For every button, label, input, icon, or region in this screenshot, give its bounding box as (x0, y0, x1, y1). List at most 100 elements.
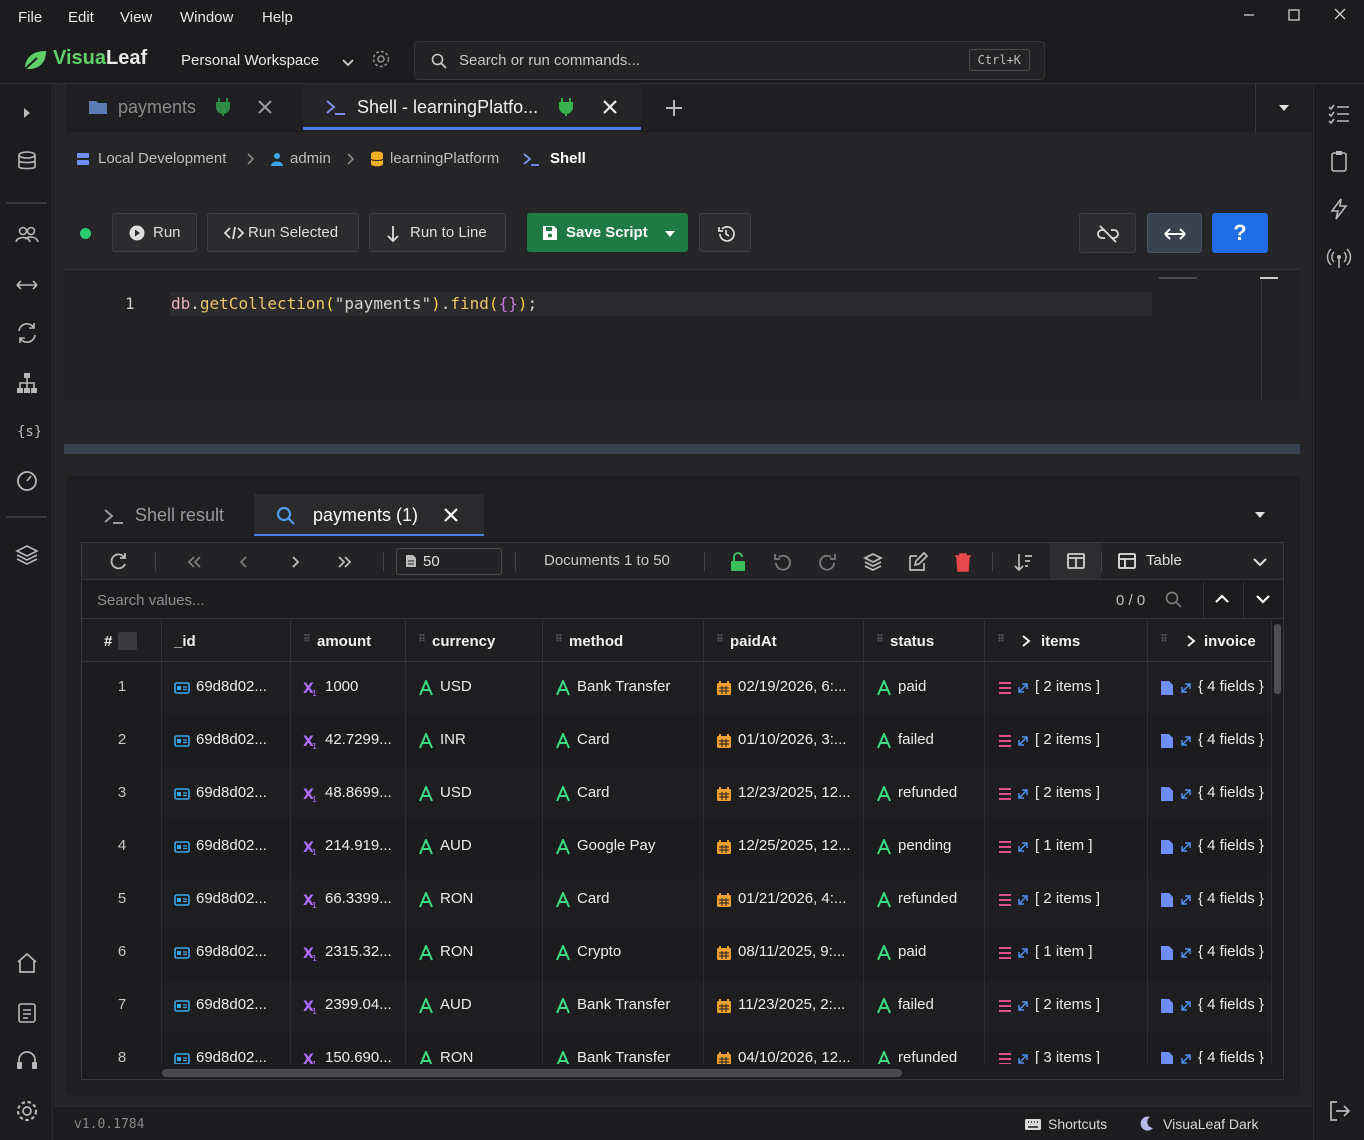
cell-items[interactable]: [ 2 items ] (985, 874, 1148, 927)
cell-method[interactable]: Crypto (543, 927, 704, 980)
code-line[interactable]: db.getCollection("payments").find({}); (171, 294, 537, 313)
cell-invoice[interactable]: { 4 fields } (1148, 768, 1272, 821)
settings-icon[interactable] (14, 1098, 40, 1124)
row-index[interactable]: 5 (82, 874, 162, 927)
cell-invoice[interactable]: { 4 fields } (1148, 1033, 1272, 1064)
expand-icon[interactable] (1180, 894, 1196, 910)
cell-method[interactable]: Bank Transfer (543, 980, 704, 1033)
cell-invoice[interactable]: { 4 fields } (1148, 874, 1272, 927)
table-row[interactable]: 4 69d8d02... X 1 214.919... AUD Google Pay 12/2… (82, 821, 1272, 874)
expand-icon[interactable] (1017, 841, 1033, 857)
table-row[interactable]: 8 69d8d02... X1 150.690... RON Bank Transfer 0… (82, 1033, 1272, 1064)
search-icon[interactable] (1165, 591, 1183, 609)
column-header-method[interactable]: ⠿ method (543, 620, 704, 662)
disconnect-button[interactable] (1079, 213, 1136, 253)
undo-icon[interactable] (771, 551, 793, 573)
logout-icon[interactable] (1326, 1098, 1352, 1124)
chevron-down-icon[interactable] (1255, 592, 1271, 606)
broadcast-icon[interactable] (1326, 246, 1352, 272)
cell-amount[interactable]: X 1 48.8699... (291, 768, 406, 821)
cell-items[interactable]: [ 1 item ] (985, 821, 1148, 874)
cell-paidat[interactable]: 02/19/2026, 6:... (704, 662, 864, 715)
cell-currency[interactable]: RON (406, 874, 543, 927)
caret-down-icon[interactable] (664, 230, 676, 238)
gauge-icon[interactable] (14, 468, 40, 494)
cell-method[interactable]: Bank Transfer (543, 662, 704, 715)
cell-currency[interactable]: INR (406, 715, 543, 768)
menu-window[interactable]: Window (180, 9, 233, 26)
select-all-checkbox[interactable] (118, 632, 137, 650)
cell-id[interactable]: 69d8d02... (162, 980, 291, 1033)
cell-status[interactable]: failed (864, 715, 985, 768)
lightning-icon[interactable] (1326, 196, 1352, 222)
cell-amount[interactable]: X 1 1000 (291, 662, 406, 715)
expand-icon[interactable] (1017, 894, 1033, 910)
next-page-icon[interactable] (284, 551, 306, 573)
chevron-down-icon[interactable] (1252, 556, 1268, 568)
chevron-right-icon[interactable] (1186, 634, 1196, 648)
expand-icon[interactable] (1017, 735, 1033, 751)
cell-items[interactable]: [ 3 items ] (985, 1033, 1148, 1064)
home-icon[interactable] (14, 950, 40, 976)
search-input[interactable]: Search or run commands... (459, 52, 640, 69)
cell-method[interactable]: Card (543, 874, 704, 927)
expand-icon[interactable] (1180, 682, 1196, 698)
cell-items[interactable]: [ 2 items ] (985, 980, 1148, 1033)
cell-amount[interactable]: X1 150.690... (291, 1033, 406, 1064)
redo-icon[interactable] (817, 551, 839, 573)
cell-id[interactable]: 69d8d02... (162, 768, 291, 821)
edit-icon[interactable] (907, 551, 929, 573)
cell-paidat[interactable]: 08/11/2025, 9:... (704, 927, 864, 980)
table-row[interactable]: 7 69d8d02... X 1 2399.04... AUD Bank Transfer 1… (82, 980, 1272, 1033)
expand-width-button[interactable] (1147, 213, 1202, 253)
table-row[interactable]: 3 69d8d02... X 1 48.8699... USD Card 12/23/2025… (82, 768, 1272, 821)
cell-id[interactable]: 69d8d02... (162, 715, 291, 768)
users-icon[interactable] (14, 222, 40, 248)
breadcrumb-database[interactable]: learningPlatform (390, 150, 499, 167)
expand-icon[interactable] (1180, 1053, 1196, 1064)
cell-paidat[interactable]: 01/10/2026, 3:... (704, 715, 864, 768)
columns-toggle[interactable] (1050, 543, 1101, 579)
column-header-amount[interactable]: ⠿ amount (291, 620, 406, 662)
table-row[interactable]: 5 69d8d02... X 1 66.3399... RON Card 01/21/2026… (82, 874, 1272, 927)
headset-icon[interactable] (14, 1048, 40, 1074)
table-row[interactable]: 2 69d8d02... X 1 42.7299... INR Card 01/10/2026… (82, 715, 1272, 768)
table-row[interactable]: 6 69d8d02... X 1 2315.32... RON Crypto 08/11/20… (82, 927, 1272, 980)
cell-items[interactable]: [ 1 item ] (985, 927, 1148, 980)
sitemap-icon[interactable] (14, 370, 40, 396)
expand-icon[interactable] (1180, 788, 1196, 804)
cell-id[interactable]: 69d8d02... (162, 1033, 291, 1064)
first-page-icon[interactable] (183, 551, 205, 573)
arrows-horizontal-icon[interactable] (14, 272, 40, 298)
column-header-paidat[interactable]: ⠿ paidAt (704, 620, 864, 662)
cell-currency[interactable]: RON (406, 1033, 543, 1064)
clipboard-icon[interactable] (1326, 148, 1352, 174)
cell-id[interactable]: 69d8d02... (162, 927, 291, 980)
horizontal-scrollbar[interactable] (162, 1069, 902, 1077)
minimize-icon[interactable] (1237, 4, 1261, 26)
cell-id[interactable]: 69d8d02... (162, 821, 291, 874)
expand-icon[interactable] (1180, 947, 1196, 963)
row-index[interactable]: 2 (82, 715, 162, 768)
checklist-icon[interactable] (1326, 100, 1352, 126)
close-window-icon[interactable] (1328, 4, 1352, 26)
workspace-selector[interactable]: Personal Workspace (181, 52, 319, 69)
cell-invoice[interactable]: { 4 fields } (1148, 821, 1272, 874)
panel-splitter[interactable] (64, 444, 1300, 454)
cell-amount[interactable]: X 1 66.3399... (291, 874, 406, 927)
theme-toggle[interactable]: VisuaLeaf Dark (1163, 1116, 1258, 1132)
close-icon[interactable] (601, 98, 619, 116)
cell-items[interactable]: [ 2 items ] (985, 662, 1148, 715)
cell-amount[interactable]: X 1 42.7299... (291, 715, 406, 768)
expand-icon[interactable] (1180, 735, 1196, 751)
cell-invoice[interactable]: { 4 fields } (1148, 715, 1272, 768)
chevron-down-icon[interactable] (340, 54, 356, 70)
cell-method[interactable]: Google Pay (543, 821, 704, 874)
expand-icon[interactable] (1017, 947, 1033, 963)
tab-shell-result[interactable]: Shell result (89, 494, 249, 536)
cell-status[interactable]: paid (864, 662, 985, 715)
refresh-icon[interactable] (107, 551, 129, 573)
breadcrumb-user[interactable]: admin (290, 150, 331, 167)
cell-method[interactable]: Card (543, 768, 704, 821)
run-to-line-button[interactable]: Run to Line (369, 213, 506, 252)
